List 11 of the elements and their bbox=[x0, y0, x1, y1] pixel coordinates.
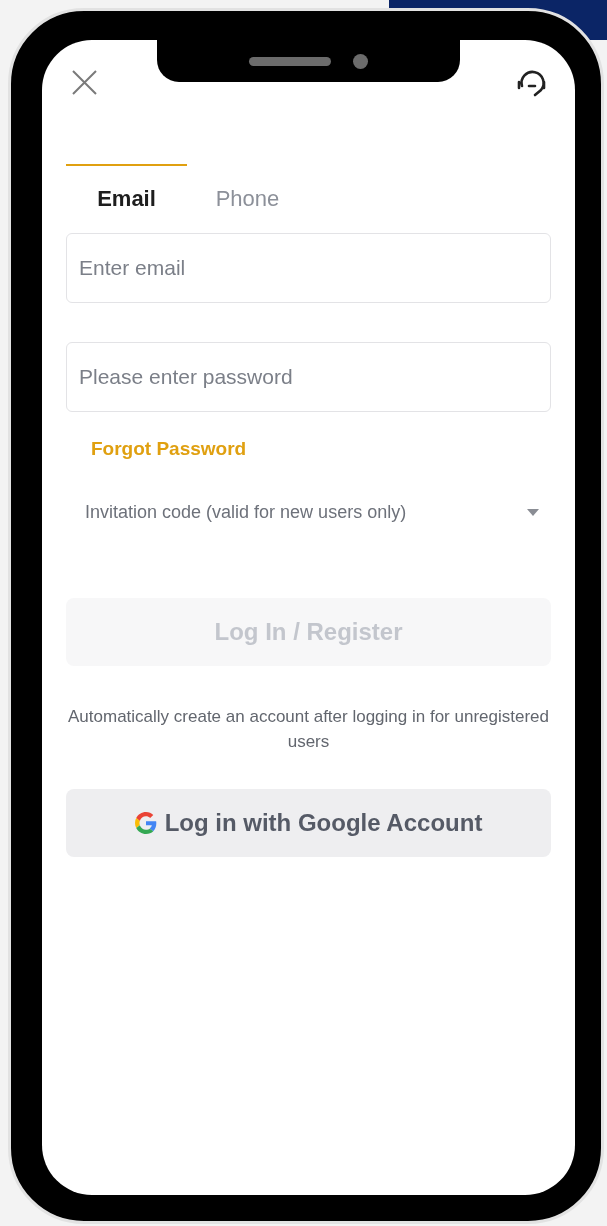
password-field[interactable]: Please enter password bbox=[66, 342, 551, 412]
close-icon[interactable] bbox=[72, 70, 97, 95]
tab[interactable]: Phone bbox=[187, 164, 308, 224]
caret-icon bbox=[527, 508, 539, 516]
invitation-code-dropdown[interactable]: Invitation code (valid for new users only) bbox=[66, 500, 551, 524]
google-login-button[interactable]: Log in with Google Account bbox=[66, 789, 551, 857]
google-logo-icon bbox=[134, 812, 157, 834]
tab[interactable]: Email bbox=[66, 164, 187, 224]
email-field[interactable]: Enter email bbox=[66, 233, 551, 303]
headset-icon[interactable] bbox=[517, 68, 547, 97]
auto-register-note: Automatically create an account after logging in for unregistered users bbox=[67, 706, 550, 753]
